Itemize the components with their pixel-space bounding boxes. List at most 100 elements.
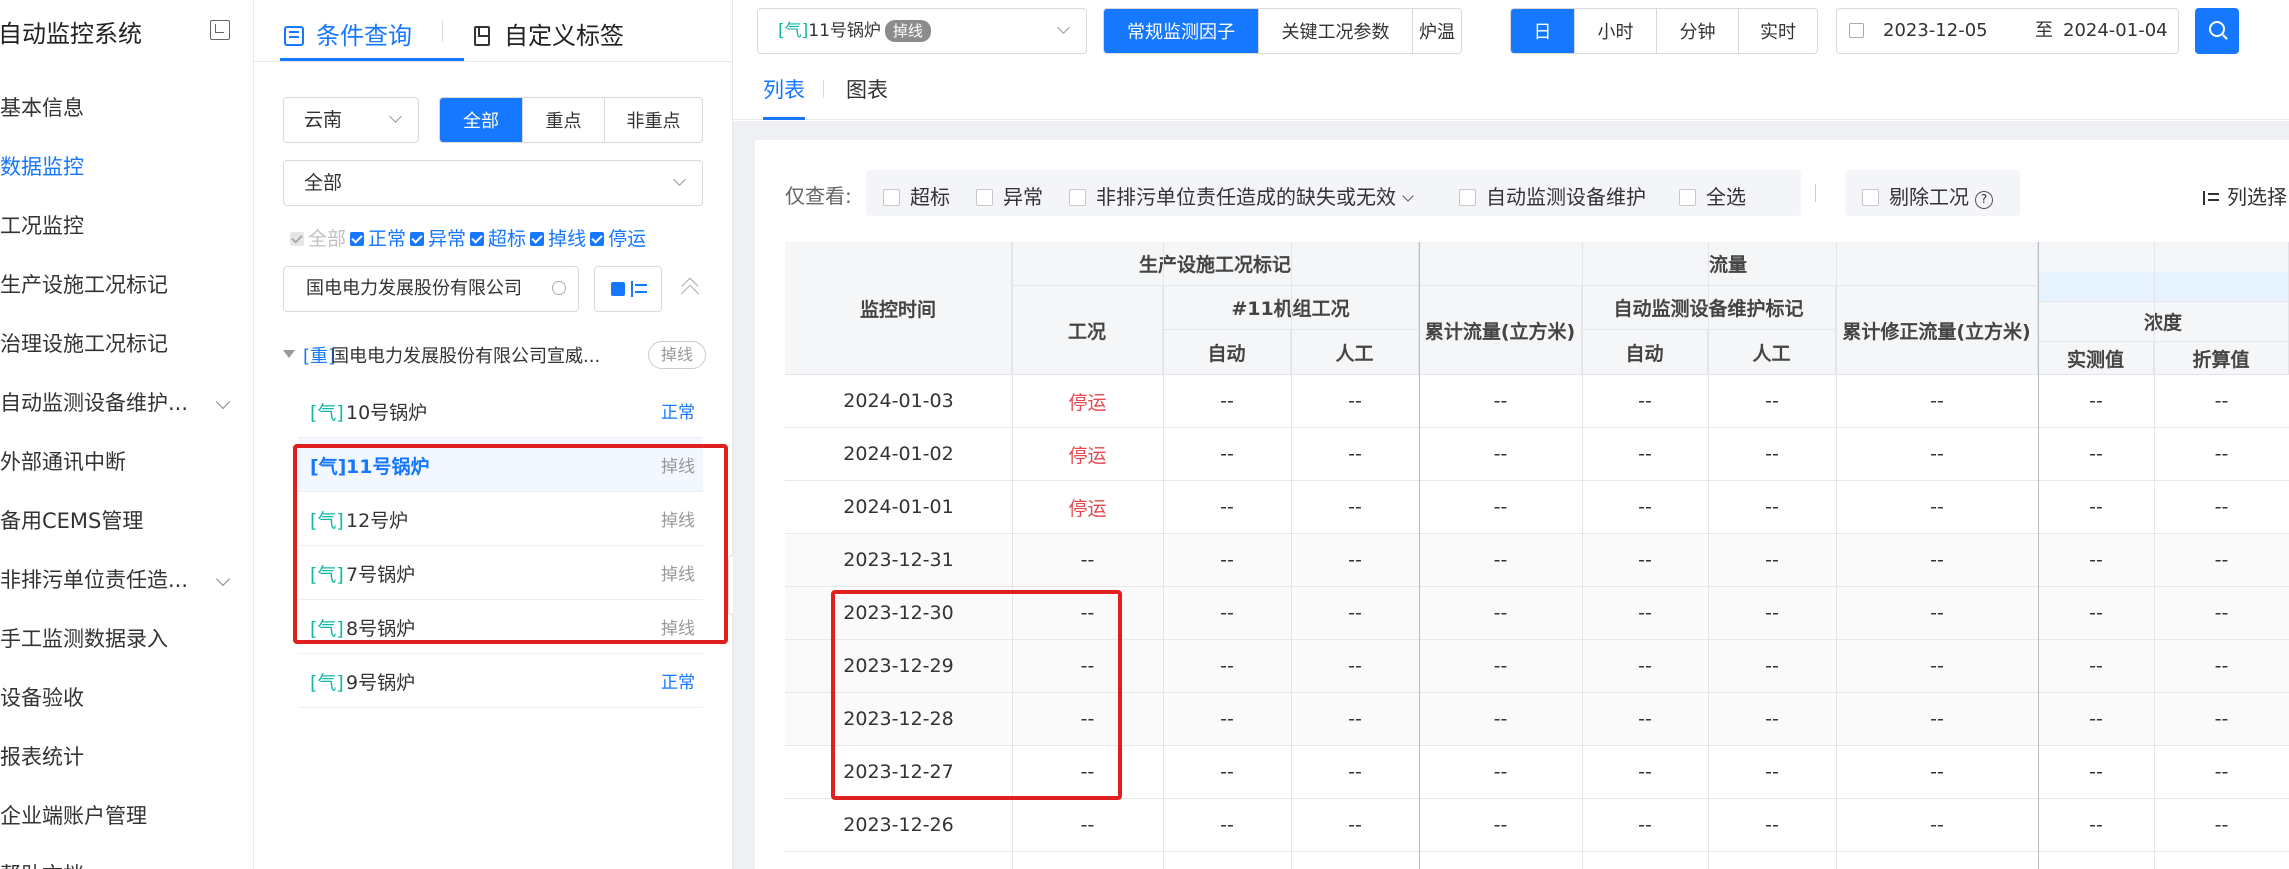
checkbox[interactable] — [1679, 189, 1696, 206]
cell-value: -- — [2154, 693, 2289, 746]
checkbox[interactable] — [470, 232, 485, 246]
filter-exceed[interactable]: 超标 — [883, 181, 950, 210]
nav-item[interactable]: 报表统计 — [0, 733, 253, 781]
checkbox[interactable] — [883, 189, 900, 206]
filter-divider — [1815, 184, 1816, 202]
checkbox[interactable] — [590, 232, 605, 246]
device-item[interactable]: [气] 10号锅炉 正常 — [298, 384, 703, 438]
filter-device-maintenance[interactable]: 自动监测设备维护 — [1459, 181, 1646, 210]
tab-custom-tags[interactable]: 自定义标签 — [474, 16, 624, 51]
period-option[interactable]: 实时 — [1739, 9, 1817, 53]
checkbox[interactable] — [410, 232, 425, 246]
tree-list-icon — [631, 281, 647, 297]
exclude-condition[interactable]: 剔除工况? — [1862, 181, 1993, 210]
col-header-cum-corrected: 累计修正流量(立方米) — [1836, 286, 2038, 375]
cell-value: -- — [1836, 481, 2038, 534]
device-status-badge: 掉线 — [884, 20, 931, 42]
search-button[interactable] — [2195, 8, 2239, 54]
factor-option[interactable]: 炉温 — [1413, 9, 1461, 53]
nav-item[interactable]: 备用CEMS管理 — [0, 497, 253, 545]
checkbox[interactable] — [1862, 189, 1879, 206]
checkbox[interactable] — [530, 232, 545, 246]
chevron-down-icon[interactable] — [1402, 190, 1414, 202]
status-filter-checks: 全部 正常 异常 超标 掉线 停运 — [290, 224, 650, 251]
nav-item[interactable]: 治理设施工况标记 — [0, 320, 253, 368]
nav-item[interactable]: 生产设施工况标记 — [0, 261, 253, 309]
help-icon[interactable]: ? — [1975, 191, 1993, 209]
device-item[interactable]: [气] 12号炉 掉线 — [298, 492, 703, 546]
factor-option[interactable]: 常规监测因子 — [1104, 9, 1259, 53]
bookmark-icon — [474, 26, 490, 46]
tab-condition-query[interactable]: 条件查询 — [284, 16, 412, 51]
nav-item[interactable]: 设备验收 — [0, 674, 253, 722]
device-name: 10号锅炉 — [346, 402, 428, 424]
col-header-time: 监控时间 — [785, 242, 1012, 375]
filter-abnormal[interactable]: 异常 — [976, 181, 1043, 210]
device-select[interactable]: [气]11号锅炉 掉线 — [757, 8, 1087, 54]
cell-value: -- — [1291, 428, 1419, 481]
device-status: 掉线 — [661, 619, 695, 639]
checkbox[interactable] — [976, 189, 993, 206]
cell-value: -- — [2038, 799, 2154, 852]
device-type: [气] — [310, 672, 344, 694]
region-select[interactable]: 云南 — [283, 97, 419, 143]
nav-item[interactable]: 自动监测设备维护... — [0, 379, 253, 427]
nav-item[interactable]: 基本信息 — [0, 84, 253, 132]
tab-label: 条件查询 — [316, 22, 412, 50]
nav-item[interactable]: 非排污单位责任造... — [0, 556, 253, 604]
period-option[interactable]: 小时 — [1575, 9, 1657, 53]
nav-item[interactable]: 外部通讯中断 — [0, 438, 253, 486]
device-item[interactable]: [气] 11号锅炉 掉线 — [298, 438, 703, 492]
scope-option[interactable]: 全部 — [440, 98, 523, 142]
scope-option[interactable]: 非重点 — [605, 98, 702, 142]
nav-item[interactable]: 数据监控 — [0, 143, 253, 191]
tab-list[interactable]: 列表 — [763, 74, 805, 104]
nav-item[interactable]: 企业端账户管理 — [0, 792, 253, 840]
nav-item-label: 报表统计 — [0, 745, 84, 769]
cell-value: -- — [1708, 640, 1836, 693]
filter-non-polluter-missing[interactable]: 非排污单位责任造成的缺失或无效 — [1069, 181, 1414, 210]
nav-item-label: 数据监控 — [0, 155, 84, 179]
active-tab-indicator — [280, 58, 464, 61]
status-check[interactable]: 异常 — [410, 224, 466, 251]
tab-chart[interactable]: 图表 — [846, 74, 888, 104]
column-select-button[interactable]: 列选择 — [2203, 181, 2287, 210]
category-value: 全部 — [304, 172, 343, 194]
tree-company-node[interactable]: [重] 国电电力发展股份有限公司宣威... 掉线 — [283, 340, 707, 376]
checkbox[interactable] — [1069, 189, 1086, 206]
checkbox[interactable] — [1459, 189, 1476, 206]
nav-item[interactable]: 帮助文档 — [0, 851, 253, 869]
checkbox[interactable] — [350, 232, 365, 246]
nav-item[interactable]: 工况监控 — [0, 202, 253, 250]
period-option[interactable]: 分钟 — [1657, 9, 1739, 53]
company-search-input[interactable]: 国电电力发展股份有限公司 — [283, 266, 579, 312]
cell-status: 停运 — [1012, 481, 1163, 534]
date-to: 2024-01-04 — [2063, 20, 2168, 41]
status-check[interactable]: 超标 — [470, 224, 526, 251]
device-item[interactable]: [气] 8号锅炉 掉线 — [298, 600, 703, 654]
status-check[interactable]: 停运 — [590, 224, 646, 251]
cell-value: -- — [1582, 481, 1708, 534]
cell-value: -- — [1836, 428, 2038, 481]
cell-value: -- — [2038, 587, 2154, 640]
scope-option[interactable]: 重点 — [523, 98, 605, 142]
collapse-sidebar-icon[interactable] — [210, 20, 230, 40]
filter-select-all[interactable]: 全选 — [1679, 181, 1746, 210]
category-select[interactable]: 全部 — [283, 160, 703, 206]
date-range-picker[interactable]: 2023-12-05 至 2024-01-04 — [1836, 8, 2179, 54]
status-check[interactable]: 正常 — [350, 224, 406, 251]
tree-mode-button[interactable] — [594, 266, 662, 312]
period-toggle: 日小时 分钟 实时 — [1510, 8, 1818, 54]
nav-item[interactable]: 手工监测数据录入 — [0, 615, 253, 663]
company-status-badge: 掉线 — [648, 341, 707, 369]
cell-value: -- — [1582, 640, 1708, 693]
factor-option[interactable]: 关键工况参数 — [1259, 9, 1413, 53]
nav-item-label: 治理设施工况标记 — [0, 332, 168, 356]
cell-value: -- — [1163, 587, 1291, 640]
region-value: 云南 — [304, 109, 343, 131]
device-item[interactable]: [气] 9号锅炉 正常 — [298, 654, 703, 708]
device-item[interactable]: [气] 7号锅炉 掉线 — [298, 546, 703, 600]
period-option[interactable]: 日 — [1511, 9, 1575, 53]
status-check[interactable]: 掉线 — [530, 224, 586, 251]
device-name: 11号锅炉 — [808, 21, 881, 41]
